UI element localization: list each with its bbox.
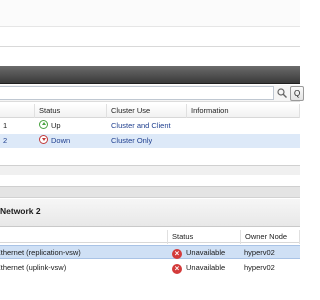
column-header-status[interactable]: Status — [36, 104, 107, 118]
table-row[interactable]: vEthernet (replication-vsw) × Unavailable… — [0, 245, 300, 259]
detail-grid-header: Status Owner Node — [0, 230, 300, 244]
detail-pane-divider — [0, 186, 300, 198]
network-id: 2 — [3, 136, 8, 145]
status-cell: × Unavailable — [172, 246, 225, 260]
adapter-name: vEthernet (uplink-vsw) — [0, 263, 67, 272]
status-label: Unavailable — [186, 263, 226, 272]
owner-node-cell: hyperv02 — [244, 248, 275, 257]
column-header-name[interactable] — [0, 230, 168, 244]
detail-title: Network 2 — [0, 206, 41, 216]
cluster-use-cell: Cluster Only — [111, 136, 153, 145]
networks-grid-header: Status Cluster Use Information — [0, 104, 300, 118]
table-row[interactable]: vEthernet (uplink-vsw) × Unavailable hype… — [0, 261, 300, 275]
toolbar-area — [0, 0, 300, 27]
status-label: Unavailable — [186, 248, 226, 257]
table-row[interactable]: 1 Up Cluster and Client — [0, 119, 300, 133]
adapter-name: vEthernet (replication-vsw) — [0, 248, 81, 257]
column-header-status[interactable]: Status — [169, 230, 241, 244]
pane-splitter[interactable] — [0, 165, 300, 175]
network-id: 1 — [3, 121, 8, 130]
detail-header — [0, 199, 300, 227]
search-input[interactable] — [0, 86, 274, 100]
status-cell: Up — [39, 119, 61, 133]
owner-node-cell: hyperv02 — [244, 263, 275, 272]
search-button[interactable]: Q — [290, 86, 304, 101]
info-strip — [0, 27, 300, 47]
search-icon[interactable] — [276, 87, 288, 99]
status-label: Up — [51, 121, 61, 130]
status-up-icon — [39, 120, 48, 129]
table-row[interactable]: 2 Down Cluster Only — [0, 134, 300, 148]
error-icon: × — [172, 249, 182, 259]
status-cell: Down — [39, 134, 70, 148]
status-down-icon — [39, 135, 48, 144]
cluster-use-cell: Cluster and Client — [111, 121, 171, 130]
status-label: Down — [51, 136, 71, 145]
search-row: Q — [0, 85, 304, 102]
pane-header-bar — [0, 66, 300, 84]
status-cell: × Unavailable — [172, 261, 225, 275]
error-icon: × — [172, 264, 182, 274]
column-header-cluster-use[interactable]: Cluster Use — [108, 104, 187, 118]
column-header-information[interactable]: Information — [188, 104, 300, 118]
column-header-name[interactable] — [0, 104, 35, 118]
column-header-owner-node[interactable]: Owner Node — [242, 230, 300, 244]
